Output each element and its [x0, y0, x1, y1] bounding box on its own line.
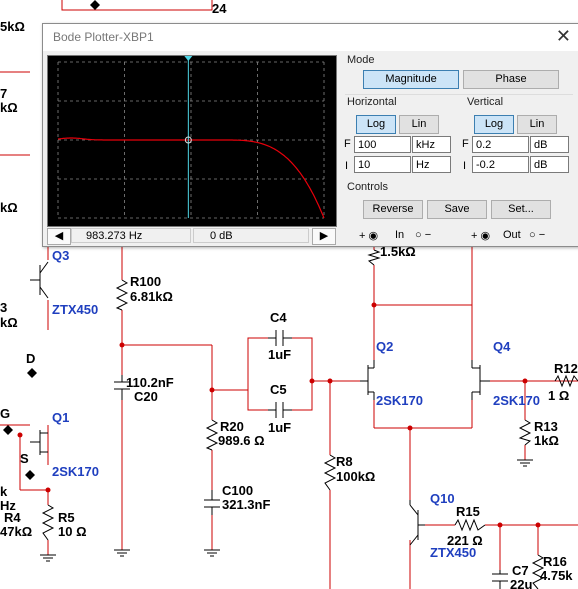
horizontal-final-label: F [344, 138, 351, 150]
vertical-final-unit[interactable]: dB [530, 136, 569, 153]
r12-name: R12 [554, 361, 578, 376]
set-button[interactable]: Set... [491, 200, 551, 219]
mode-divider [345, 94, 573, 95]
in-minus-terminal[interactable]: ○ − [415, 229, 431, 241]
c4-name: C4 [270, 310, 287, 325]
r16-value: 4.75k [540, 568, 573, 583]
r15-name: R15 [456, 504, 480, 519]
r8-value: 100kΩ [336, 469, 375, 484]
cursor-handle-icon [184, 56, 193, 61]
readout-bar: ◀ 983.273 Hz 0 dB ▶ [47, 228, 336, 245]
c20-name: C20 [134, 389, 158, 404]
q4-label: Q4 [493, 339, 511, 354]
q10-label: Q10 [430, 491, 455, 506]
horizontal-initial-label: I [345, 160, 349, 172]
window-titlebar[interactable]: Bode Plotter-XBP1 ✕ [43, 24, 578, 51]
r7-value: kΩ [0, 100, 18, 115]
c20-value: 110.2nF [126, 375, 174, 390]
d-label: D [26, 351, 35, 366]
r16-name: R16 [543, 554, 567, 569]
c7-name: C7 [512, 563, 529, 578]
controls-group-title: Controls [347, 181, 388, 193]
r4-name: R4 [4, 510, 21, 525]
c7-value: 22u [510, 577, 532, 589]
vertical-final-input[interactable]: 0.2 [472, 136, 529, 153]
out-label: Out [503, 229, 521, 241]
r5-name: R5 [58, 510, 75, 525]
cursor-right-button[interactable]: ▶ [312, 228, 336, 245]
out-minus-glyph: − [538, 229, 546, 241]
q3-label: Q3 [52, 248, 69, 263]
vertical-initial-label: I [463, 160, 467, 172]
magnitude-button[interactable]: Magnitude [363, 70, 459, 89]
s-label: S [20, 451, 29, 466]
vertical-initial-input[interactable]: -0.2 [472, 156, 529, 173]
top-left-value: 5kΩ [0, 19, 25, 34]
r4-value: 47kΩ [0, 524, 32, 539]
mode-group-title: Mode [347, 54, 375, 66]
horizontal-group-title: Horizontal [347, 96, 397, 108]
r100-value: 6.81kΩ [130, 289, 173, 304]
c4-value: 1uF [268, 347, 291, 362]
out-plus-glyph: + [471, 230, 478, 242]
r8-name: R8 [336, 454, 353, 469]
magnitude-readout: 0 dB [193, 228, 309, 243]
c100-value: 321.3nF [222, 497, 270, 512]
q3-part: ZTX450 [52, 302, 98, 317]
in-plus-terminal[interactable]: + ◉ [359, 229, 378, 242]
vertical-group-title: Vertical [467, 96, 504, 108]
vertical-lin-button[interactable]: Lin [517, 115, 557, 134]
q1-part: 2SK170 [52, 464, 99, 479]
r13-name: R13 [534, 419, 558, 434]
q2-part: 2SK170 [376, 393, 423, 408]
bode-plotter-window[interactable]: Bode Plotter-XBP1 ✕ ◀ 983.273 Hz 0 dB ▶ … [42, 23, 578, 247]
reverse-button[interactable]: Reverse [363, 200, 423, 219]
c5-name: C5 [270, 382, 287, 397]
left-3-label: 3 [0, 300, 7, 315]
save-button[interactable]: Save [427, 200, 487, 219]
r13-value: 1kΩ [534, 433, 559, 448]
bode-plot-svg [57, 56, 325, 219]
r20-name: R20 [220, 419, 244, 434]
r20-value: 989.6 Ω [218, 433, 265, 448]
vertical-log-button[interactable]: Log [474, 115, 514, 134]
out-minus-terminal[interactable]: ○ − [529, 229, 545, 241]
close-icon[interactable]: ✕ [556, 26, 571, 47]
c100-name: C100 [222, 483, 253, 498]
k-label: k [0, 484, 8, 499]
q4-part: 2SK170 [493, 393, 540, 408]
in-plus-glyph: + [359, 230, 366, 242]
in-minus-glyph: − [424, 229, 432, 241]
horizontal-initial-unit[interactable]: Hz [412, 156, 451, 173]
q2-label: Q2 [376, 339, 393, 354]
schematic-components [30, 249, 578, 589]
left-kohm-label: kΩ [0, 200, 18, 215]
horizontal-log-button[interactable]: Log [356, 115, 396, 134]
junction-dots [17, 302, 541, 528]
horizontal-final-unit[interactable]: kHz [412, 136, 451, 153]
horizontal-lin-button[interactable]: Lin [399, 115, 439, 134]
frequency-readout: 983.273 Hz [71, 228, 191, 243]
r12-value: 1 Ω [548, 388, 569, 403]
g-label: G [0, 406, 10, 421]
r7-name: 7 [0, 86, 7, 101]
horizontal-final-input[interactable]: 100 [354, 136, 411, 153]
c5-value: 1uF [268, 420, 291, 435]
bode-plot-area[interactable] [47, 55, 337, 227]
cursor-left-button[interactable]: ◀ [47, 228, 71, 245]
q1-label: Q1 [52, 410, 69, 425]
r15-value: 221 Ω [447, 533, 483, 548]
window-title: Bode Plotter-XBP1 [53, 30, 154, 44]
horizontal-initial-input[interactable]: 10 [354, 156, 411, 173]
out-plus-terminal[interactable]: + ◉ [471, 229, 490, 242]
phase-button[interactable]: Phase [463, 70, 559, 89]
net-label-24: 24 [212, 1, 227, 16]
vertical-initial-unit[interactable]: dB [530, 156, 569, 173]
r100-name: R100 [130, 274, 161, 289]
in-label: In [395, 229, 405, 241]
vertical-final-label: F [462, 138, 469, 150]
left-3-value: kΩ [0, 315, 18, 330]
r5-value: 10 Ω [58, 524, 87, 539]
